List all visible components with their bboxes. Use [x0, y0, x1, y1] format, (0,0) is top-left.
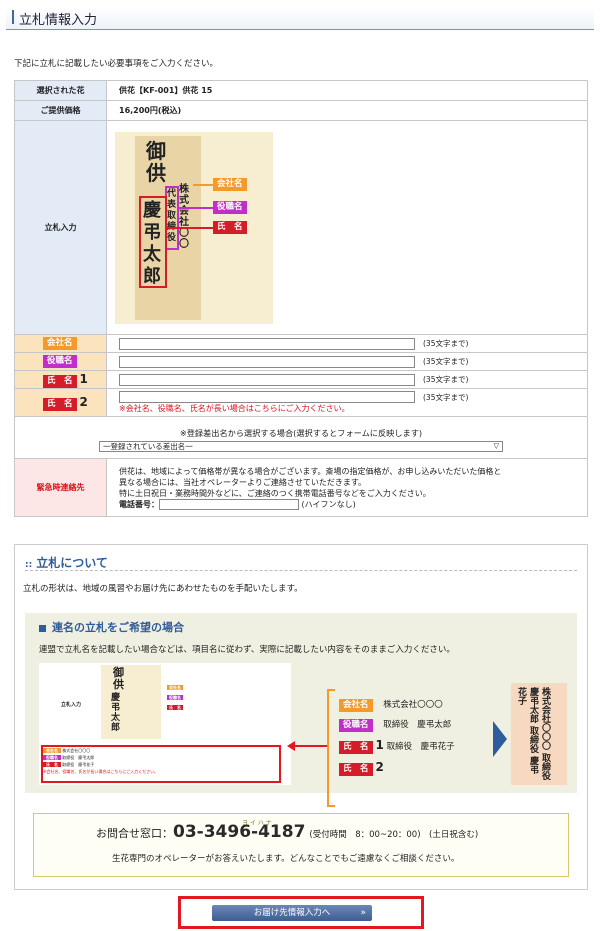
tatefuda-preview-cell: 御供 株式会社〇〇 代表取締役 慶弔 太郎 会社名 役職名 氏 名 [106, 120, 588, 335]
example-form-image: 立札入力 御供 慶弔 太郎 会社名 役職名 氏 名 会社名 株式会社〇〇〇 役職… [39, 663, 291, 785]
plate-role-text: 代表取締役 [167, 188, 177, 243]
emergency-label: 緊急時連絡先 [14, 458, 107, 517]
registered-select-value: 一登録されている差出名一 [103, 442, 193, 451]
plate-name-line [167, 226, 213, 229]
phone-input[interactable] [159, 498, 299, 510]
name2-limit: (35文字まで) [423, 392, 469, 402]
ex2-name2-tag: 氏 名 [339, 763, 373, 776]
bracket [327, 689, 335, 807]
long-name-warning: ※会社名、役職名、氏名が長い場合はこちらにご入力ください。 [119, 404, 350, 413]
plate-company-tag: 会社名 [213, 177, 247, 191]
next-delivery-label: お届け先情報入力へ [253, 908, 331, 918]
chevron-down-icon: ▽ [493, 442, 499, 450]
name1-number: 1 [79, 371, 88, 386]
about-desc: 立札の形状は、地域の風習やお届け先にあわせたものを手配いたします。 [23, 584, 303, 594]
vertical-result-text: 株式会社〇〇〇 取締役 慶弔太郎 取締役 慶弔花子 [516, 687, 550, 781]
example-plate [101, 665, 161, 739]
ex2-name1-val: 取締役 慶弔花子 [386, 742, 455, 752]
red-arrow-icon [293, 745, 327, 747]
next-button-highlight: お届け先情報入力へ » [178, 896, 424, 929]
selected-flower-label: 選択された花 [14, 80, 107, 101]
square-bullet-icon [39, 624, 46, 632]
example-name-tag: 氏 名 [167, 705, 183, 710]
page-title: 立札情報入力 [19, 13, 98, 28]
name2-number: 2 [79, 394, 88, 409]
about-header: :: 立札について [25, 551, 577, 571]
contact-phone[interactable]: 03-3496-4187 [173, 822, 305, 842]
plate-company-text: 株式会社〇〇 [179, 183, 189, 250]
ex2-role-val: 取締役 慶弔太郎 [383, 720, 452, 730]
role-tag: 役職名 [43, 355, 77, 368]
price-value: 16,200円(税込) [106, 100, 588, 121]
contact-box: ヨ イ ハ ナ お問合せ窓口：03-3496-4187 (受付時間 8：00~20… [33, 813, 569, 877]
ex2-company-tag: 会社名 [339, 699, 373, 712]
emergency-text-1: 供花は、地域によって価格帯が異なる場合がございます。斎場の指定価格が、お申し込み… [119, 466, 502, 476]
page-header: 立札情報入力 [6, 6, 594, 30]
ex2-name1-tag: 氏 名 [339, 741, 373, 754]
about-panel: :: 立札について 立札の形状は、地域の風習やお届け先にあわせたものを手配いたしま… [14, 544, 588, 890]
joint-title: 連名の立札をご希望の場合 [52, 621, 184, 634]
company-limit: (35文字まで) [423, 339, 469, 348]
registered-note: ※登録差出名から選択する場合(選択するとフォームに反映します) [179, 428, 423, 438]
registered-sender-select[interactable]: 一登録されている差出名一 ▽ [99, 441, 503, 452]
example-plate-name: 慶弔 太郎 [111, 693, 121, 733]
about-bullet-icon: :: [25, 560, 33, 570]
example-company-tag: 会社名 [167, 685, 183, 690]
phone-label: 電話番号： [119, 499, 159, 509]
joint-desc: 連盟で立札名を記載したい場合などは、項目名に従わず、実際に記載したい内容をそのま… [39, 645, 455, 655]
plate-name-text: 慶弔 太郎 [143, 199, 161, 287]
chevron-right-icon: » [360, 908, 366, 918]
ex2-role-tag: 役職名 [339, 719, 373, 732]
ex2-num1: 1 [375, 738, 384, 752]
name2-tag: 氏 名 [43, 397, 77, 411]
emergency-text-2: 異なる場合には、当社オペレーターよりご連絡させていただきます。 [119, 477, 367, 487]
red-arrow-head [287, 741, 295, 751]
company-tag: 会社名 [43, 337, 77, 350]
role-input[interactable] [119, 355, 415, 368]
plate-role-line [179, 206, 213, 209]
name1-limit: (35文字まで) [423, 375, 469, 384]
name1-tag: 氏 名 [43, 374, 77, 388]
tatefuda-preview: 御供 株式会社〇〇 代表取締役 慶弔 太郎 会社名 役職名 氏 名 [115, 131, 273, 324]
plate-company-line [193, 183, 213, 186]
phone-hint: (ハイフンなし) [301, 499, 356, 509]
tatefuda-label: 立札入力 [14, 120, 107, 335]
emergency-text-3: 特に土日祝日・業務時間外などに、ご連絡のつく携帯電話番号などをご入力ください。 [119, 488, 431, 498]
tatefuda-form: 選択された花 供花【KF-001】供花 15 ご提供価格 16,200円(税込)… [14, 80, 588, 517]
contact-hours: (受付時間 8：00~20：00) (土日祝含む) [309, 830, 479, 840]
price-label: ご提供価格 [14, 100, 107, 121]
example-plate-top: 御供 [113, 666, 124, 691]
vertical-result-card: 株式会社〇〇〇 取締役 慶弔太郎 取締役 慶弔花子 [511, 683, 567, 785]
example-input-highlight [41, 745, 281, 783]
header-accent-bar [12, 10, 14, 24]
joint-box: 連名の立札をご希望の場合 連盟で立札名を記載したい場合などは、項目名に従わず、実… [25, 613, 577, 807]
example-form-label: 立札入力 [60, 702, 81, 708]
ex2-num2: 2 [375, 760, 384, 774]
plate-top-text: 御供 [146, 138, 166, 185]
plate-role-tag: 役職名 [213, 200, 247, 214]
chevron-right-icon [493, 721, 507, 757]
example-role-tag: 役職名 [167, 695, 183, 700]
role-limit: (35文字まで) [423, 357, 469, 366]
name1-input[interactable] [119, 373, 415, 386]
about-title: 立札について [36, 556, 108, 570]
next-delivery-button[interactable]: お届け先情報入力へ » [212, 905, 372, 921]
selected-flower-value: 供花【KF-001】供花 15 [106, 80, 588, 101]
plate-name-tag: 氏 名 [213, 220, 247, 234]
intro-text: 下記に立札に記載したい必要事項をご入力ください。 [14, 59, 219, 69]
name2-input[interactable] [119, 391, 415, 403]
company-input[interactable] [119, 337, 415, 350]
ex2-company-val: 株式会社〇〇〇 [383, 700, 443, 710]
contact-label: お問合せ窓口： [96, 827, 173, 840]
contact-note: 生花専門のオペレーターがお答えいたします。どんなことでもご遠慮なくご相談ください… [112, 854, 460, 864]
